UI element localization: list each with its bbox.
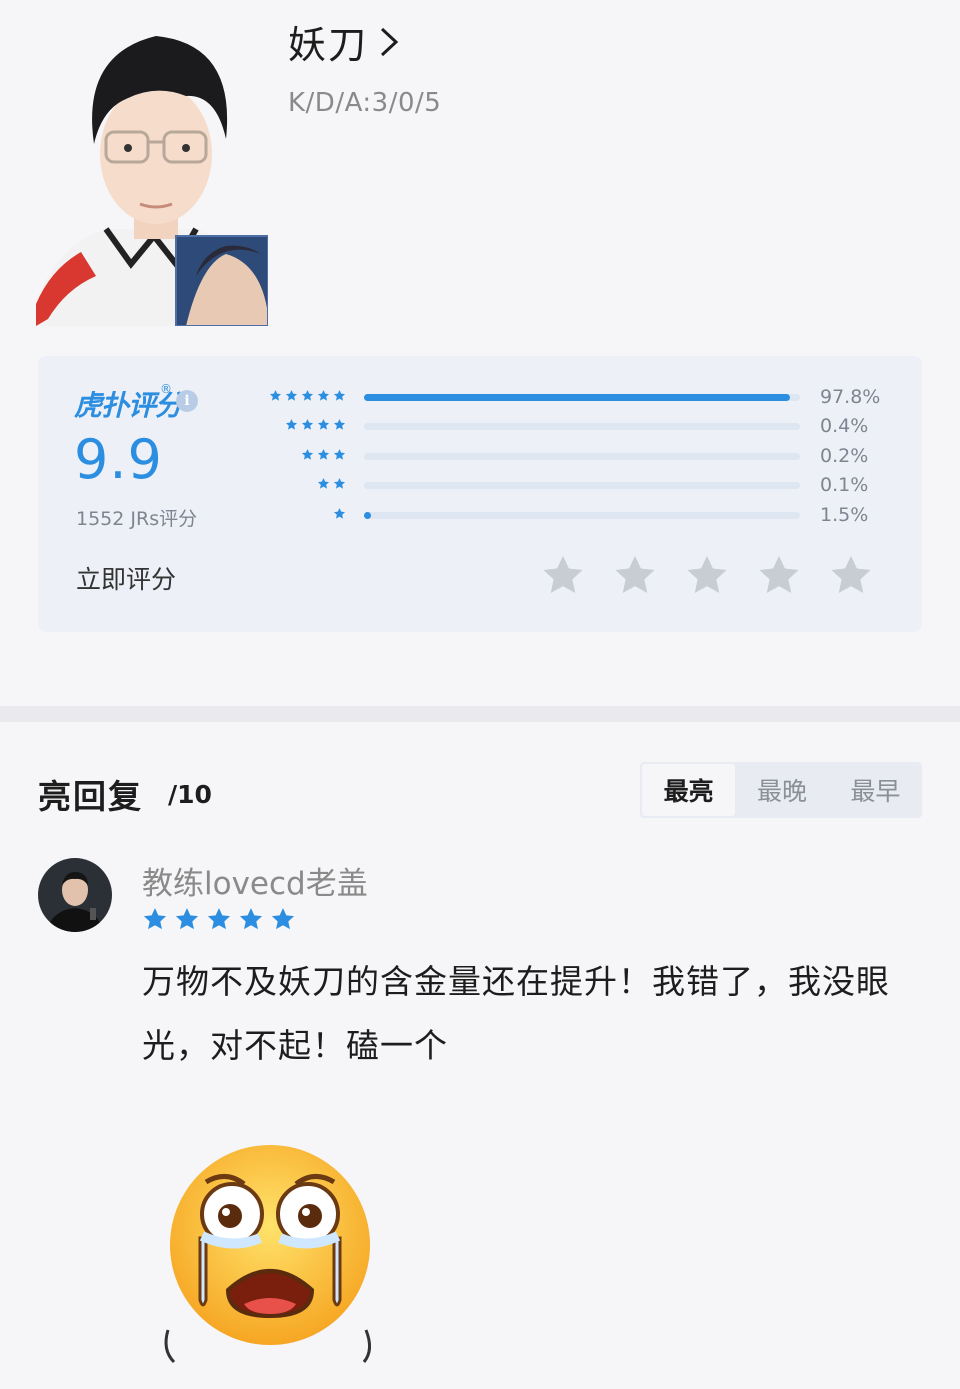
distribution-stars: [285, 418, 346, 431]
distribution-percent: 0.1%: [820, 474, 869, 496]
rating-card: 虎扑评分 ® i 9.9 1552 JRs评分 立即评分 97.8% 0.4% 0.…: [38, 356, 922, 632]
comment-text: 万物不及妖刀的含金量还在提升！我错了，我没眼光，对不起！磕一个: [142, 962, 890, 1065]
tab-earliest[interactable]: 最早: [829, 762, 922, 818]
user-rating-stars: [142, 906, 296, 932]
distribution-percent: 0.4%: [820, 415, 869, 437]
player-name-link[interactable]: 妖刀: [288, 14, 400, 69]
chevron-right-icon: [380, 27, 399, 56]
distribution-percent: 1.5%: [820, 504, 869, 526]
avatar[interactable]: [38, 858, 112, 932]
tab-latest[interactable]: 最晚: [735, 762, 828, 818]
rate-star-4-icon[interactable]: [756, 552, 802, 598]
sort-tabs: 最亮 最晚 最早: [640, 762, 922, 818]
distribution-bar: [364, 423, 800, 430]
rate-star-input[interactable]: [540, 552, 874, 598]
distribution-stars: [333, 507, 346, 520]
distribution-bar: [364, 394, 800, 401]
distribution-stars: [301, 448, 346, 461]
distribution-bar: [364, 482, 800, 489]
star-icon: [239, 908, 263, 930]
star-icon: [317, 419, 330, 430]
star-icon: [333, 390, 346, 401]
player-photo: [36, 14, 269, 327]
star-icon: [301, 449, 314, 460]
star-icon: [285, 390, 298, 401]
distribution-bar: [364, 453, 800, 460]
distribution-row-5-star: 97.8%: [38, 386, 922, 410]
star-icon: [333, 478, 346, 489]
distribution-row-1-star: 1.5%: [38, 504, 922, 528]
distribution-row-3-star: 0.2%: [38, 445, 922, 469]
distribution-percent: 97.8%: [820, 386, 881, 408]
star-icon: [207, 908, 231, 930]
rate-now-button[interactable]: 立即评分: [76, 560, 176, 596]
star-icon: [317, 478, 330, 489]
star-icon: [271, 908, 295, 930]
rate-star-5-icon[interactable]: [828, 552, 874, 598]
distribution-row-4-star: 0.4%: [38, 415, 922, 439]
star-icon: [333, 449, 346, 460]
star-icon: [301, 419, 314, 430]
star-icon: [285, 419, 298, 430]
star-icon: [333, 419, 346, 430]
replies-title: 亮回复: [38, 777, 143, 816]
distribution-row-2-star: 0.1%: [38, 474, 922, 498]
star-icon: [317, 390, 330, 401]
player-name: 妖刀: [288, 23, 369, 67]
distribution-percent: 0.2%: [820, 445, 869, 467]
tab-brightest[interactable]: 最亮: [642, 764, 736, 816]
distribution-bar: [364, 512, 800, 519]
crying-emoji-sticker: [160, 1140, 380, 1370]
star-icon: [317, 449, 330, 460]
comment-username[interactable]: 教练lovecd老盖: [142, 858, 368, 903]
distribution-stars: [317, 477, 346, 490]
star-icon: [333, 508, 346, 519]
distribution-stars: [269, 389, 346, 402]
rate-star-2-icon[interactable]: [612, 552, 658, 598]
rate-star-3-icon[interactable]: [684, 552, 730, 598]
star-icon: [175, 908, 199, 930]
distribution-bar-fill: [364, 394, 791, 401]
section-divider: [0, 706, 960, 722]
star-icon: [143, 908, 167, 930]
distribution-bar-fill: [364, 512, 371, 519]
replies-count: /10: [168, 780, 212, 809]
star-icon: [269, 390, 282, 401]
star-icon: [301, 390, 314, 401]
rate-star-1-icon[interactable]: [540, 552, 586, 598]
kda-stat: K/D/A:3/0/5: [288, 88, 442, 118]
